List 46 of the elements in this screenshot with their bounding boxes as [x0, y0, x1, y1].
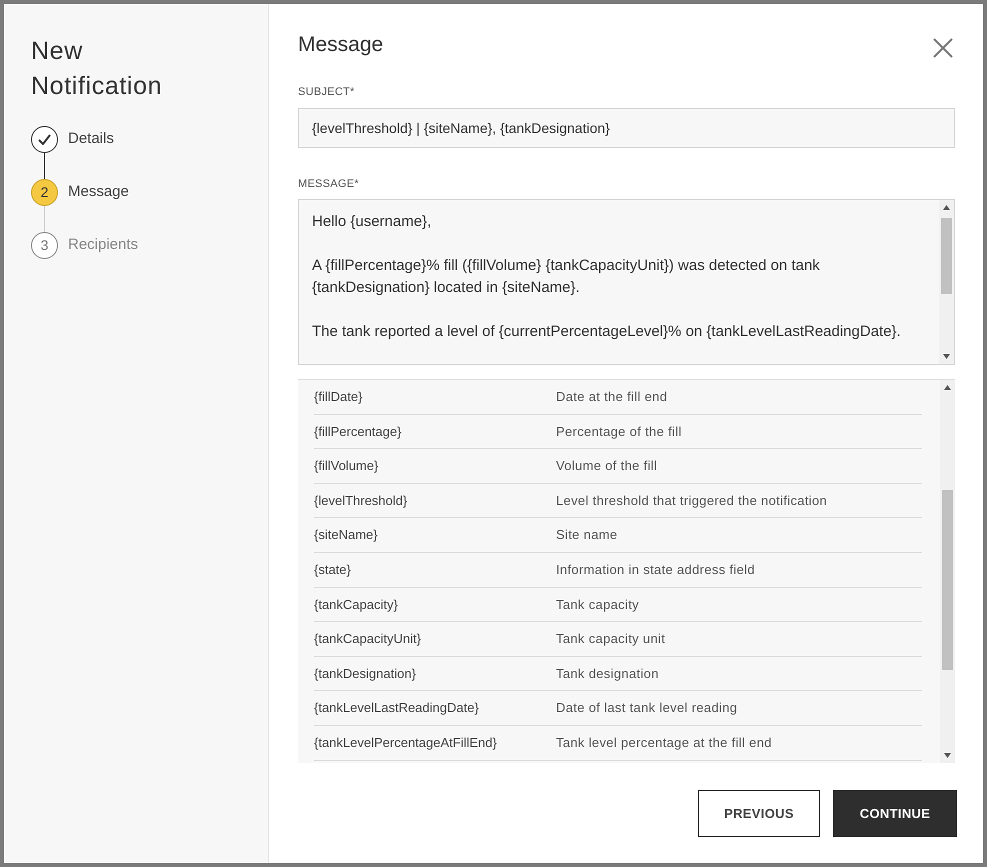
scroll-up-icon[interactable] [943, 205, 950, 210]
field-label: SUBJECT* [298, 85, 356, 100]
table-cell-text: {levelThreshold} [314, 492, 408, 510]
table-cell-text: Volume of the fill [556, 457, 658, 476]
scroll-down-icon[interactable] [944, 753, 951, 758]
table-cell-text: Tank capacity unit [556, 630, 666, 648]
message-paragraph: The tank reported a level of {currentPercentageLevel}% on {tankLevelLastReadingDate}. [312, 322, 902, 342]
message-paragraph: A {fillPercentage}% fill ({fillVolume} {tankCapacityUnit}) was detected on tank {tankDesignation} located in {siteName}. [312, 256, 821, 298]
table-cell-text: Site name [556, 526, 618, 544]
table-cell-text: {state} [314, 561, 352, 580]
subject-field[interactable]: {levelThreshold} | {siteName}, {tankDesignation} [298, 108, 955, 148]
message-field[interactable] [298, 199, 955, 365]
table-cell-text: Date of last tank level reading [556, 699, 738, 718]
scroll-up-icon[interactable] [944, 385, 951, 390]
table-cell-text: {tankDesignation} [314, 664, 417, 683]
close-icon[interactable] [933, 38, 953, 58]
scroll-thumb[interactable] [941, 218, 952, 294]
previous-button[interactable]: PREVIOUS [698, 790, 820, 837]
scrollbar[interactable] [940, 380, 955, 763]
table-cell-text: Percentage of the fill [556, 422, 682, 441]
table-cell-text: Information in state address field [556, 561, 755, 580]
table-cell-text: {tankCapacityUnit} [314, 630, 422, 648]
dialog-title: New Notification [31, 36, 164, 102]
table-cell-text: {tankCapacity} [314, 596, 399, 614]
table-cell-text: {fillDate} [314, 388, 364, 406]
step-label[interactable]: Message [68, 181, 129, 204]
step-label[interactable]: Details [68, 128, 114, 151]
table-cell-text: {siteName} [314, 526, 379, 544]
step-number: 2 [40, 183, 48, 202]
table-cell-text: {fillPercentage} [314, 422, 402, 441]
table-cell-text: Date at the fill end [556, 388, 668, 406]
table-cell-text: {tankLevelLastReadingDate} [314, 699, 480, 718]
table-cell-text: Tank designation [556, 664, 659, 683]
continue-button[interactable]: CONTINUE [833, 790, 957, 837]
table-cell-text: {fillVolume} [314, 457, 380, 476]
table-cell-text: {tankLevelPercentageAtFillEnd} [314, 734, 498, 752]
field-label: MESSAGE* [298, 176, 360, 192]
scrollbar[interactable] [939, 200, 954, 364]
table-cell-text: Level threshold that triggered the notification [556, 492, 828, 510]
table-cell-text: Tank level percentage at the fill end [556, 734, 772, 752]
section-title: Message [298, 34, 384, 56]
step-number: 3 [40, 236, 48, 255]
message-paragraph: Hello {username}, [312, 212, 432, 232]
scroll-down-icon[interactable] [943, 354, 950, 359]
scroll-thumb[interactable] [942, 490, 953, 670]
table-cell-text: Tank capacity [556, 596, 639, 614]
